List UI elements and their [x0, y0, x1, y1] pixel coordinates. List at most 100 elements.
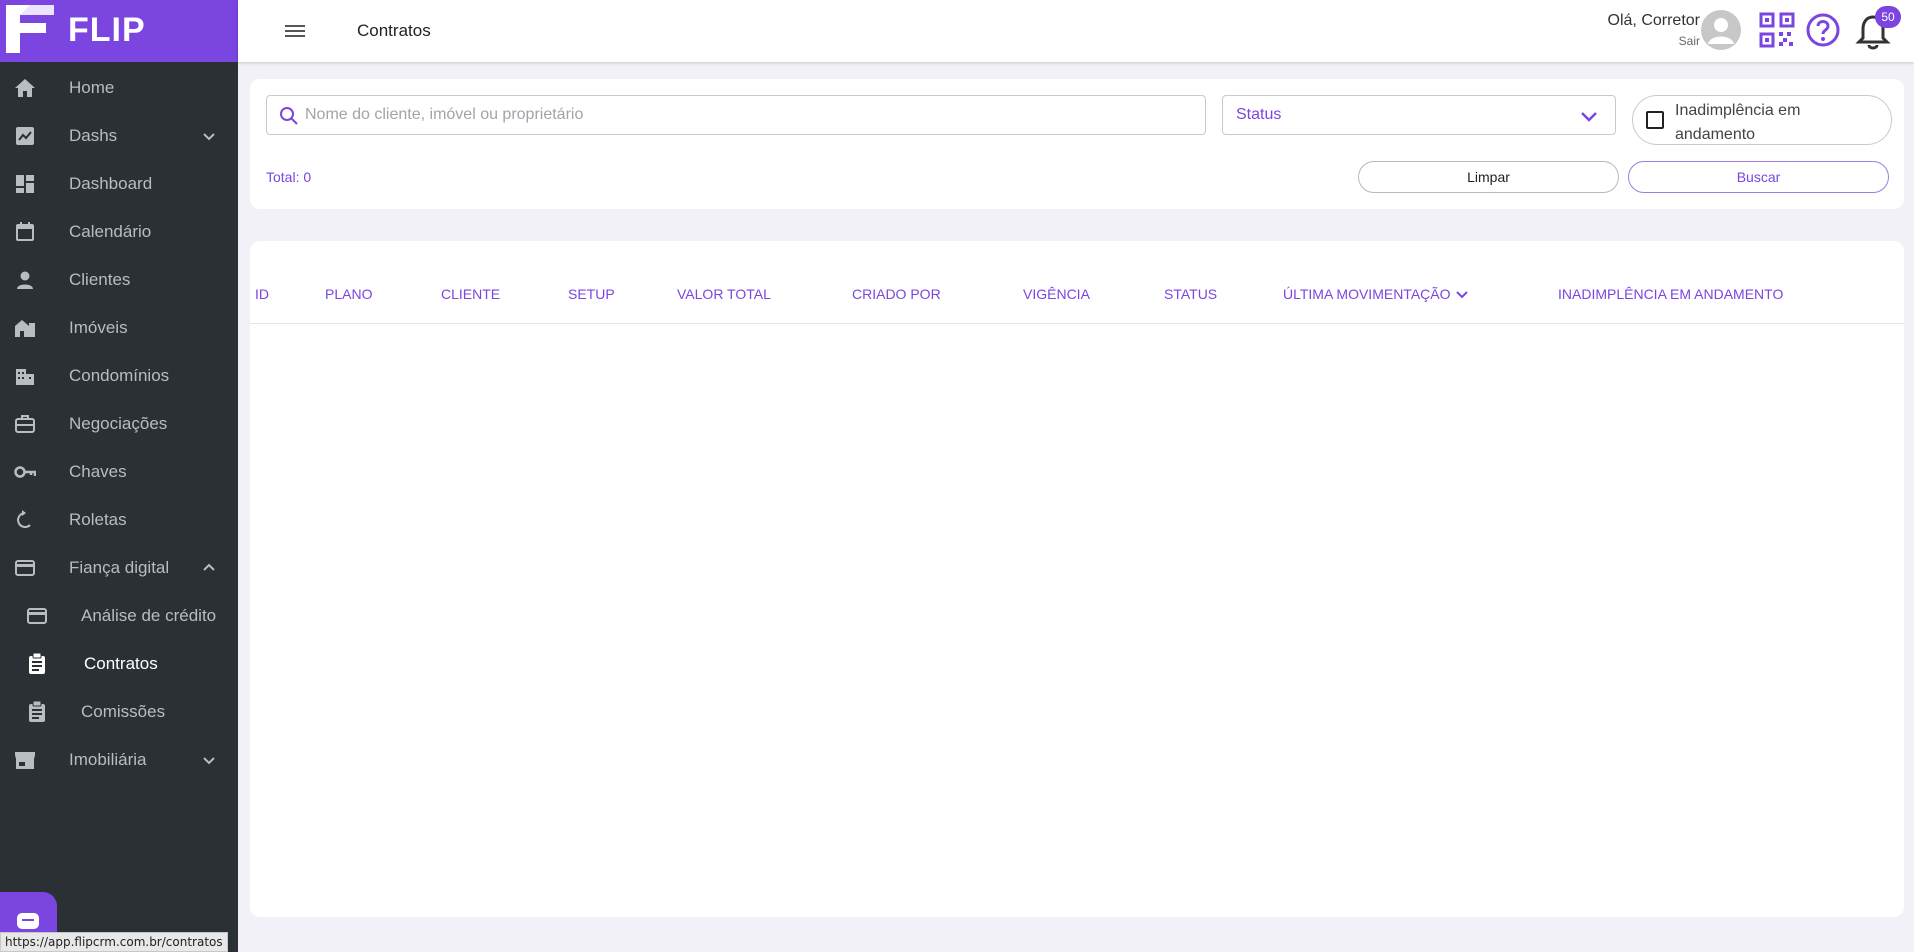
sort-desc-icon	[1455, 291, 1468, 299]
sidebar-item-comissoes[interactable]: Comissões	[0, 688, 238, 736]
home-icon	[14, 78, 36, 98]
logout-link[interactable]: Sair	[1679, 34, 1700, 48]
contracts-table: ID PLANO CLIENTE SETUP VALOR TOTAL CRIAD…	[250, 241, 1904, 917]
column-header-label: SETUP	[568, 286, 615, 302]
column-header-inadimplencia[interactable]: INADIMPLÊNCIA EM ANDAMENTO	[1558, 286, 1783, 302]
sidebar-item-label: Comissões	[81, 702, 166, 721]
dashboard-icon	[14, 174, 36, 194]
sidebar: FLIP Home Dashs Dashboard Calendário Cli…	[0, 0, 238, 952]
sidebar-item-imoveis[interactable]: Imóveis	[0, 304, 238, 352]
overdue-checkbox[interactable]	[1646, 111, 1664, 129]
filter-card: Status Inadimplência em andamento Total:…	[250, 79, 1904, 209]
flip-logo-icon	[6, 5, 54, 53]
sidebar-item-fianca-digital[interactable]: Fiança digital	[0, 544, 238, 592]
sidebar-item-label: Chaves	[69, 462, 127, 481]
sidebar-item-imobiliaria[interactable]: Imobiliária	[0, 736, 238, 784]
notification-badge: 50	[1875, 6, 1901, 28]
sidebar-item-calendar[interactable]: Calendário	[0, 208, 238, 256]
column-header-id[interactable]: ID	[255, 286, 269, 302]
calendar-icon	[14, 222, 36, 242]
search-input[interactable]	[305, 97, 1195, 133]
chevron-down-icon	[1581, 112, 1597, 122]
top-bar: Contratos Olá, Corretor Sair 50	[238, 0, 1914, 62]
table-header: ID PLANO CLIENTE SETUP VALOR TOTAL CRIAD…	[250, 241, 1904, 324]
sidebar-item-analise-de-credito[interactable]: Análise de crédito	[0, 592, 238, 640]
sidebar-item-label: Condomínios	[69, 366, 170, 385]
column-header-label: ÚLTIMA MOVIMENTAÇÃO	[1283, 286, 1451, 302]
column-header-cliente[interactable]: CLIENTE	[441, 286, 500, 302]
clipboard-icon	[26, 701, 48, 722]
sidebar-item-label: Dashboard	[69, 174, 153, 193]
overdue-checkbox-label: Inadimplência em andamento	[1675, 102, 1801, 143]
chevron-up-icon	[203, 563, 215, 571]
avatar[interactable]	[1701, 10, 1741, 50]
sidebar-item-label: Roletas	[69, 510, 127, 529]
sidebar-item-label: Calendário	[69, 222, 152, 241]
briefcase-icon	[14, 414, 36, 434]
sidebar-item-label: Clientes	[69, 270, 131, 289]
sidebar-item-label: Dashs	[69, 126, 118, 145]
sidebar-item-contratos[interactable]: Contratos	[0, 640, 238, 688]
column-header-criado-por[interactable]: CRIADO POR	[852, 286, 941, 302]
search-button[interactable]: Buscar	[1628, 161, 1889, 193]
sidebar-item-dashboard[interactable]: Dashboard	[0, 160, 238, 208]
column-header-label: ID	[255, 286, 269, 302]
sidebar-item-label: Imóveis	[69, 318, 128, 337]
sidebar-item-negociacoes[interactable]: Negociações	[0, 400, 238, 448]
overdue-filter[interactable]: Inadimplência em andamento	[1632, 95, 1892, 145]
brand-logo[interactable]: FLIP	[0, 0, 238, 62]
store-icon	[14, 750, 36, 770]
chevron-down-icon	[203, 757, 215, 765]
user-greeting: Olá, Corretor	[1607, 12, 1700, 29]
column-header-valor-total[interactable]: VALOR TOTAL	[677, 286, 771, 302]
credit-card-icon	[14, 558, 36, 578]
column-header-label: VIGÊNCIA	[1023, 286, 1090, 302]
trend-chart-icon	[14, 126, 36, 146]
hamburger-menu-icon[interactable]	[284, 21, 306, 41]
status-select-value: Status	[1236, 106, 1282, 123]
sidebar-item-home[interactable]: Home	[0, 64, 238, 112]
sidebar-item-clientes[interactable]: Clientes	[0, 256, 238, 304]
clear-button[interactable]: Limpar	[1358, 161, 1619, 193]
status-select[interactable]: Status	[1222, 95, 1616, 135]
chat-icon	[17, 913, 39, 929]
qr-code-icon[interactable]	[1759, 12, 1795, 48]
sidebar-item-chaves[interactable]: Chaves	[0, 448, 238, 496]
rotate-icon	[14, 510, 36, 530]
column-header-label: CRIADO POR	[852, 286, 941, 302]
house-icon	[14, 318, 36, 338]
sidebar-item-label: Imobiliária	[69, 750, 147, 769]
column-header-label: INADIMPLÊNCIA EM ANDAMENTO	[1558, 286, 1784, 302]
status-bar-url: https://app.flipcrm.com.br/contratos	[0, 932, 228, 952]
column-header-ultima-movimentacao[interactable]: ÚLTIMA MOVIMENTAÇÃO	[1283, 286, 1469, 302]
chevron-down-icon	[203, 133, 215, 141]
building-icon	[14, 366, 36, 386]
sidebar-item-label: Análise de crédito	[81, 606, 217, 625]
column-header-setup[interactable]: SETUP	[568, 286, 615, 302]
clipboard-icon	[26, 653, 48, 674]
search-icon	[280, 107, 298, 125]
page-title: Contratos	[357, 21, 431, 40]
total-count: Total: 0	[266, 169, 312, 185]
column-header-status[interactable]: STATUS	[1164, 286, 1217, 302]
sidebar-item-condominios[interactable]: Condomínios	[0, 352, 238, 400]
credit-card-icon	[26, 606, 48, 626]
sidebar-item-roletas[interactable]: Roletas	[0, 496, 238, 544]
search-field[interactable]	[266, 95, 1206, 135]
sidebar-item-label: Home	[69, 78, 115, 97]
column-header-label: PLANO	[325, 286, 373, 302]
column-header-plano[interactable]: PLANO	[325, 286, 372, 302]
person-icon	[14, 270, 36, 290]
key-icon	[14, 462, 36, 482]
brand-name: FLIP	[68, 11, 146, 49]
sidebar-item-label: Negociações	[69, 414, 168, 433]
sidebar-item-dashs[interactable]: Dashs	[0, 112, 238, 160]
sidebar-item-label: Contratos	[84, 654, 158, 673]
column-header-label: CLIENTE	[441, 286, 501, 302]
column-header-vigencia[interactable]: VIGÊNCIA	[1023, 286, 1090, 302]
sidebar-item-label: Fiança digital	[69, 558, 170, 577]
column-header-label: STATUS	[1164, 286, 1218, 302]
help-icon[interactable]	[1805, 12, 1841, 48]
user-avatar-icon	[1708, 18, 1734, 44]
column-header-label: VALOR TOTAL	[677, 286, 771, 302]
